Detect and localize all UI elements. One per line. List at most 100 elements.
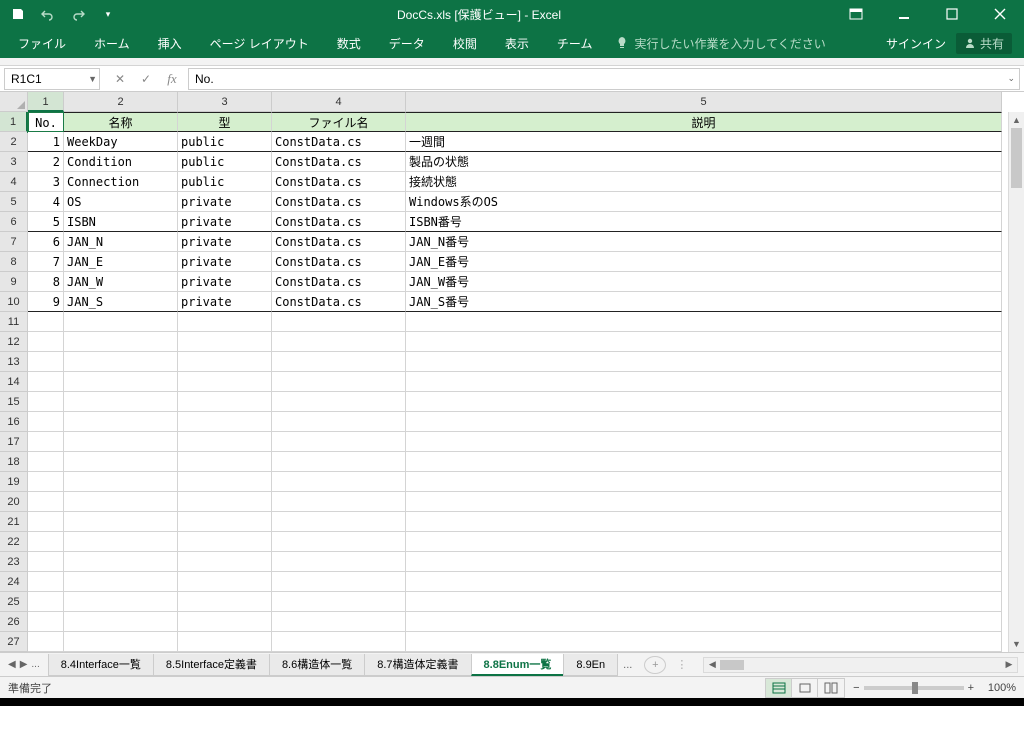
row-header[interactable]: 8 (0, 252, 28, 272)
cell[interactable]: WeekDay (64, 132, 178, 152)
tab-nav-more[interactable]: ... (31, 659, 39, 670)
cell[interactable] (406, 332, 1002, 352)
tab-formulas[interactable]: 数式 (323, 29, 375, 57)
signin-link[interactable]: サインイン (886, 35, 946, 52)
row-header[interactable]: 4 (0, 172, 28, 192)
cell[interactable]: JAN_N番号 (406, 232, 1002, 252)
row-header[interactable]: 20 (0, 492, 28, 512)
row-header[interactable]: 10 (0, 292, 28, 312)
cell[interactable] (28, 332, 64, 352)
cell[interactable]: 一週間 (406, 132, 1002, 152)
row-header[interactable]: 16 (0, 412, 28, 432)
cell[interactable] (28, 592, 64, 612)
cell[interactable] (406, 532, 1002, 552)
cell[interactable] (272, 472, 406, 492)
cell[interactable]: Windows系のOS (406, 192, 1002, 212)
cell[interactable]: JAN_N (64, 232, 178, 252)
cell[interactable] (178, 372, 272, 392)
tab-nav-next-icon[interactable]: ▶ (20, 659, 28, 670)
cell[interactable]: ConstData.cs (272, 192, 406, 212)
tab-page-layout[interactable]: ページ レイアウト (196, 29, 323, 57)
row-header[interactable]: 11 (0, 312, 28, 332)
cell[interactable]: JAN_S (64, 292, 178, 312)
cell[interactable] (406, 632, 1002, 652)
cell[interactable]: 1 (28, 132, 64, 152)
cell[interactable]: private (178, 252, 272, 272)
cell[interactable] (272, 632, 406, 652)
cell[interactable] (178, 412, 272, 432)
cell[interactable] (272, 552, 406, 572)
vertical-scrollbar[interactable]: ▲ ▼ (1008, 112, 1024, 652)
cell[interactable] (178, 392, 272, 412)
cell[interactable] (28, 612, 64, 632)
grid-body[interactable]: No.名称型ファイル名説明1WeekDaypublicConstData.cs一… (28, 112, 1002, 652)
cell[interactable] (272, 312, 406, 332)
cell[interactable] (406, 392, 1002, 412)
row-header[interactable]: 14 (0, 372, 28, 392)
cell[interactable]: 9 (28, 292, 64, 312)
cell[interactable] (272, 412, 406, 432)
cell[interactable] (178, 472, 272, 492)
cell[interactable]: JAN_S番号 (406, 292, 1002, 312)
cell[interactable]: ConstData.cs (272, 252, 406, 272)
row-header[interactable]: 15 (0, 392, 28, 412)
row-header[interactable]: 7 (0, 232, 28, 252)
cell[interactable]: 4 (28, 192, 64, 212)
scroll-left-icon[interactable]: ◀ (704, 658, 720, 672)
cell[interactable] (64, 352, 178, 372)
tab-home[interactable]: ホーム (80, 29, 144, 57)
col-header-4[interactable]: 4 (272, 92, 406, 112)
cell[interactable]: public (178, 132, 272, 152)
cell[interactable] (28, 552, 64, 572)
row-header[interactable]: 9 (0, 272, 28, 292)
cell[interactable]: JAN_E番号 (406, 252, 1002, 272)
cell[interactable] (28, 532, 64, 552)
cell[interactable]: ConstData.cs (272, 292, 406, 312)
cell[interactable]: public (178, 172, 272, 192)
cell[interactable] (178, 312, 272, 332)
cell[interactable] (28, 352, 64, 372)
cell[interactable] (406, 452, 1002, 472)
cell[interactable] (406, 552, 1002, 572)
header-cell[interactable]: 名称 (64, 112, 178, 132)
cell[interactable] (28, 452, 64, 472)
add-sheet-button[interactable]: + (644, 656, 666, 674)
col-header-5[interactable]: 5 (406, 92, 1002, 112)
cell[interactable]: JAN_W (64, 272, 178, 292)
row-header[interactable]: 1 (0, 112, 28, 132)
cell[interactable] (64, 492, 178, 512)
cell[interactable] (64, 512, 178, 532)
cell[interactable] (272, 332, 406, 352)
cell[interactable] (64, 372, 178, 392)
cell[interactable] (64, 592, 178, 612)
cell[interactable]: 製品の状態 (406, 152, 1002, 172)
cancel-formula-button[interactable]: ✕ (108, 68, 132, 90)
cell[interactable] (272, 372, 406, 392)
cell[interactable] (64, 312, 178, 332)
qat-customize-icon[interactable]: ▾ (94, 2, 122, 26)
cell[interactable] (178, 532, 272, 552)
scroll-down-icon[interactable]: ▼ (1009, 636, 1024, 652)
cell[interactable] (64, 552, 178, 572)
cell[interactable] (178, 432, 272, 452)
redo-button[interactable] (64, 2, 92, 26)
cell[interactable] (178, 492, 272, 512)
scroll-right-icon[interactable]: ▶ (1001, 658, 1017, 672)
row-header[interactable]: 27 (0, 632, 28, 652)
cell[interactable]: ConstData.cs (272, 132, 406, 152)
col-header-1[interactable]: 1 (28, 92, 64, 112)
cell[interactable] (406, 572, 1002, 592)
worksheet-tab[interactable]: 8.9En (563, 654, 618, 676)
cell[interactable]: ISBN (64, 212, 178, 232)
scroll-thumb[interactable] (1011, 128, 1022, 188)
worksheet-tab[interactable]: 8.5Interface定義書 (153, 654, 270, 676)
cell[interactable] (178, 572, 272, 592)
cell[interactable] (406, 432, 1002, 452)
cell[interactable]: ConstData.cs (272, 152, 406, 172)
cell[interactable] (406, 412, 1002, 432)
cell[interactable] (64, 532, 178, 552)
cell[interactable]: JAN_W番号 (406, 272, 1002, 292)
row-header[interactable]: 26 (0, 612, 28, 632)
row-header[interactable]: 12 (0, 332, 28, 352)
cell[interactable] (272, 612, 406, 632)
